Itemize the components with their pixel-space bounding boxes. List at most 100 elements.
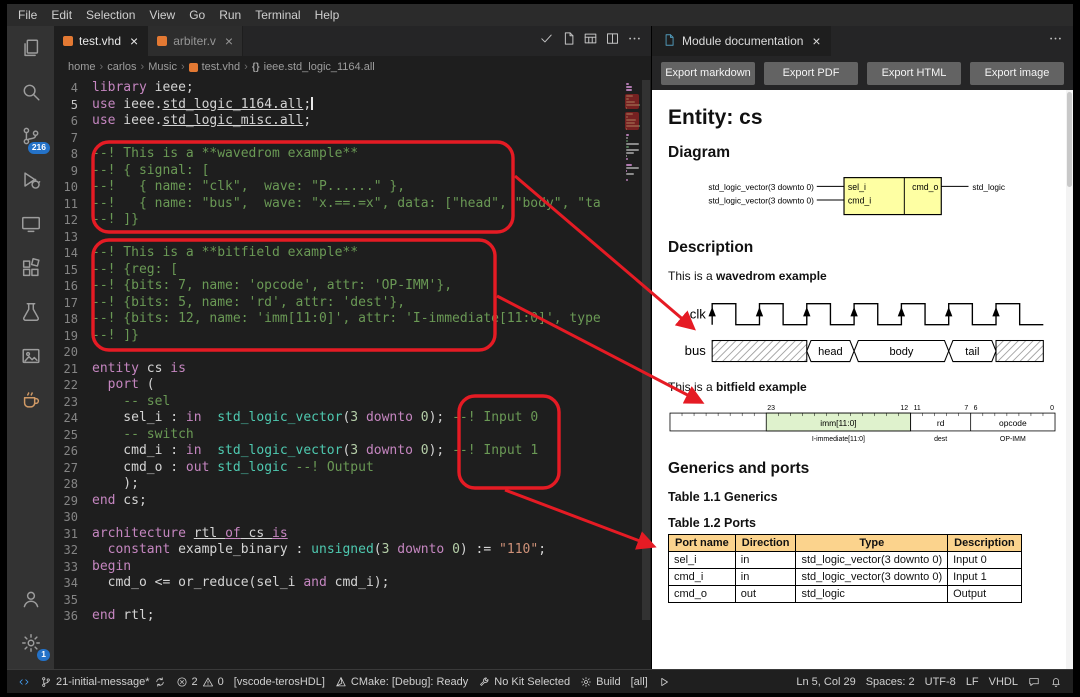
breadcrumb-item[interactable]: carlos (107, 61, 136, 73)
activity-explorer[interactable] (7, 26, 54, 70)
export-image-button[interactable]: Export image (970, 61, 1064, 85)
menu-file[interactable]: File (11, 6, 44, 24)
panel-more-actions[interactable] (1048, 31, 1073, 51)
status-encoding[interactable]: UTF-8 (920, 671, 961, 693)
code-line-20[interactable]: 20 (54, 344, 625, 361)
code-line-14[interactable]: 14 --! This is a **bitfield example** (54, 245, 625, 262)
code-line-7[interactable]: 7 (54, 130, 625, 147)
code-line-10[interactable]: 10 --! { name: "clk", wave: "P......" }, (54, 179, 625, 196)
more-actions-button[interactable] (627, 31, 642, 51)
status-problems[interactable]: 20 (171, 671, 229, 693)
code-line-11[interactable]: 11 --! { name: "bus", wave: "x.==.=x", da… (54, 196, 625, 213)
status-cmake-launch[interactable] (653, 671, 675, 693)
status-remote-indicator[interactable] (13, 671, 35, 693)
activity-extensions[interactable] (7, 246, 54, 290)
menu-go[interactable]: Go (182, 6, 212, 24)
code-line-23[interactable]: 23 -- sel (54, 394, 625, 411)
status-cmake-kit[interactable]: No Kit Selected (473, 671, 575, 693)
export-markdown-button[interactable]: Export markdown (661, 61, 755, 85)
image-icon (21, 348, 40, 364)
activity-run-and-debug[interactable] (7, 158, 54, 202)
activity-bar-bottom: 1 (7, 577, 54, 669)
open-preview-button[interactable] (561, 31, 576, 51)
split-editor-button[interactable] (605, 31, 620, 51)
code-line-19[interactable]: 19 --! ]} (54, 328, 625, 345)
breadcrumb-item[interactable]: test.vhd (188, 61, 240, 73)
code-line-21[interactable]: 21 entity cs is (54, 361, 625, 378)
breadcrumb[interactable]: home › carlos › Music › test.vhd ›{} ieee.std_lo… (54, 56, 651, 78)
breadcrumb-item[interactable]: {} ieee.std_logic_1164.all (252, 61, 375, 73)
code-line-15[interactable]: 15 --! {reg: [ (54, 262, 625, 279)
code-line-24[interactable]: 24 sel_i : in std_logic_vector(3 downto … (54, 410, 625, 427)
syntax-check-button[interactable] (539, 31, 554, 51)
code-line-22[interactable]: 22 port ( (54, 377, 625, 394)
menu-selection[interactable]: Selection (79, 6, 142, 24)
minimap[interactable] (625, 80, 641, 669)
code-line-26[interactable]: 26 cmd_i : in std_logic_vector(3 downto … (54, 443, 625, 460)
activity-source-control[interactable]: 216 (7, 114, 54, 158)
status-git-branch[interactable]: 21-initial-message* (35, 671, 171, 693)
ports-table-cell: std_logic_vector(3 downto 0) (795, 551, 949, 569)
code-line-5[interactable]: 5 use ieee.std_logic_1164.all; (54, 96, 625, 114)
activity-remote-explorer[interactable] (7, 202, 54, 246)
close-tab-icon[interactable]: × (130, 33, 138, 49)
code-line-33[interactable]: 33 begin (54, 559, 625, 576)
code-line-18[interactable]: 18 --! {bits: 12, name: 'imm[11:0]', attr… (54, 311, 625, 328)
code-line-32[interactable]: 32 constant example_binary : unsigned(3 … (54, 542, 625, 559)
status-language-mode[interactable]: VHDL (984, 671, 1023, 693)
code-line-8[interactable]: 8 --! This is a **wavedrom example** (54, 146, 625, 163)
code-line-27[interactable]: 27 cmd_o : out std_logic --! Output (54, 460, 625, 477)
export-html-button[interactable]: Export HTML (867, 61, 961, 85)
status-feedback[interactable] (1023, 671, 1045, 693)
menu-view[interactable]: View (142, 6, 182, 24)
status-cursor-position[interactable]: Ln 5, Col 29 (791, 671, 860, 693)
code-line-31[interactable]: 31 architecture rtl of cs is (54, 526, 625, 543)
activity-coffee-tool[interactable] (7, 378, 54, 422)
close-tab-icon[interactable]: × (225, 33, 233, 49)
code-line-28[interactable]: 28 ); (54, 476, 625, 493)
doc-scrollbar[interactable] (1066, 90, 1073, 669)
panel-tab-module-documentation[interactable]: Module documentation × (652, 26, 831, 56)
status-indentation[interactable]: Spaces: 2 (861, 671, 920, 693)
tab-arbiter.v[interactable]: arbiter.v × (148, 26, 244, 56)
menu-edit[interactable]: Edit (44, 6, 79, 24)
code-line-9[interactable]: 9 --! { signal: [ (54, 163, 625, 180)
status-notifications[interactable] (1045, 671, 1067, 693)
activity-accounts[interactable] (7, 577, 54, 621)
status-cmake-target[interactable]: [all] (626, 671, 653, 693)
tab-test.vhd[interactable]: test.vhd × (54, 26, 149, 56)
code-line-6[interactable]: 6 use ieee.std_logic_misc.all; (54, 113, 625, 130)
code-line-30[interactable]: 30 (54, 509, 625, 526)
code-line-12[interactable]: 12 --! ]} (54, 212, 625, 229)
code-line-29[interactable]: 29 end cs; (54, 493, 625, 510)
code-line-13[interactable]: 13 (54, 229, 625, 246)
status-cmake-status[interactable]: CMake: [Debug]: Ready (330, 671, 473, 693)
export-pdf-button[interactable]: Export PDF (764, 61, 858, 85)
code-line-36[interactable]: 36 end rtl; (54, 608, 625, 625)
close-panel-icon[interactable]: × (812, 33, 820, 49)
status-eol[interactable]: LF (961, 671, 984, 693)
activity-search[interactable] (7, 70, 54, 114)
grid-view-button[interactable] (583, 31, 598, 51)
code-line-35[interactable]: 35 (54, 592, 625, 609)
activity-manage[interactable]: 1 (7, 621, 54, 665)
code-line-25[interactable]: 25 -- switch (54, 427, 625, 444)
breadcrumb-item[interactable]: Music (148, 61, 177, 73)
code-line-17[interactable]: 17 --! {bits: 5, name: 'rd', attr: 'dest'… (54, 295, 625, 312)
code-area[interactable]: 4 library ieee; 5 use ieee.std_logic_1164.a… (54, 80, 625, 669)
menu-help[interactable]: Help (308, 6, 347, 24)
code-line-16[interactable]: 16 --! {bits: 7, name: 'opcode', attr: 'O… (54, 278, 625, 295)
code-line-34[interactable]: 34 cmd_o <= or_reduce(sel_i and cmd_i); (54, 575, 625, 592)
activity-image-tool[interactable] (7, 334, 54, 378)
breadcrumb-item[interactable]: home (68, 61, 96, 73)
menu-terminal[interactable]: Terminal (248, 6, 307, 24)
activity-testing[interactable] (7, 290, 54, 334)
code-line-4[interactable]: 4 library ieee; (54, 80, 625, 97)
extensions-icon (22, 258, 40, 277)
doc-scrollbar-thumb[interactable] (1067, 92, 1072, 187)
status-teroshdl-extension[interactable]: [vscode-terosHDL] (229, 671, 330, 693)
editor-scrollbar[interactable] (641, 80, 651, 669)
scrollbar-thumb[interactable] (642, 80, 650, 620)
status-cmake-build[interactable]: Build (575, 671, 625, 693)
menu-run[interactable]: Run (212, 6, 248, 24)
